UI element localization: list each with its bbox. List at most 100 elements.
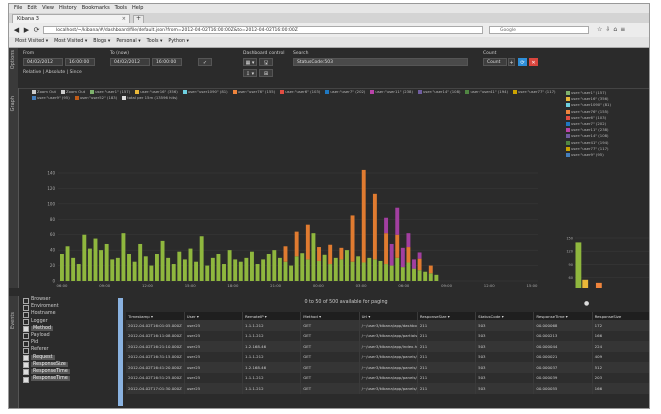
field-item[interactable]: Method <box>23 325 108 333</box>
histogram-bar <box>361 169 366 263</box>
query-input[interactable]: StatusCode:503 <box>293 58 468 66</box>
column-header[interactable]: ResponseSize <box>592 312 649 320</box>
field-item[interactable]: ResponseTime <box>23 368 108 376</box>
table-row[interactable]: 2012-04-02T16:01:05.000Z user25 1.1.1.212 G… <box>126 320 649 331</box>
field-item[interactable]: ResponseSize <box>23 361 108 369</box>
y-tick-label: 120 <box>566 250 573 254</box>
bookmark-item[interactable]: Most Visited ▾ <box>15 39 48 44</box>
x-tick-label: 06:00 <box>57 283 69 288</box>
histogram-bar <box>423 271 428 281</box>
table-cell: 224 <box>592 341 649 352</box>
count-select[interactable]: Count <box>483 58 507 66</box>
histogram-bar <box>244 257 249 281</box>
field-item[interactable]: Enviroment <box>23 303 108 311</box>
bookmark-item[interactable]: Personal ▾ <box>116 39 140 44</box>
column-header[interactable]: User ▾ <box>184 312 244 320</box>
navigation-bar: ◀ ▶ ⟳ localhost/~/kibana/#/dashboard/fil… <box>9 23 649 38</box>
dashboard-grid-button[interactable]: ⊞ <box>259 69 273 77</box>
count-label: Count <box>483 51 497 56</box>
menu-item-3[interactable]: History <box>59 5 77 11</box>
table-row[interactable]: 2012-04-02T16:31:15.000Z user25 1.1.1.212 G… <box>126 351 649 362</box>
table-row[interactable]: 2012-04-02T16:11:08.000Z user25 1.1.1.212 G… <box>126 330 649 341</box>
apply-button[interactable]: ✓ <box>198 58 212 66</box>
table-row[interactable]: 2012-04-02T16:21:10.000Z user25 1.2.168.46… <box>126 341 649 352</box>
table-cell: 2012-04-02T16:01:05.000Z <box>126 320 185 331</box>
url-bar[interactable]: localhost/~/kibana/#/dashboard/file/defa… <box>43 26 483 34</box>
reload-icon[interactable]: ⟳ <box>32 26 41 34</box>
menu-item-0[interactable]: File <box>14 5 22 11</box>
menu-item-2[interactable]: View <box>42 5 54 11</box>
events-panel: Browser Enviroment Hostname Logger Method Pay… <box>18 296 649 408</box>
bookmark-item[interactable]: Most Visited ▾ <box>54 39 87 44</box>
histogram-bar <box>361 262 366 281</box>
field-item[interactable]: Pid <box>23 339 108 347</box>
histogram-bar <box>283 246 288 262</box>
menu-item-5[interactable]: Tools <box>115 5 127 11</box>
scrollbar[interactable] <box>118 298 123 406</box>
remove-query-button[interactable]: ✕ <box>529 58 538 66</box>
table-cell: 211 <box>417 341 477 352</box>
histogram-bar <box>372 259 377 281</box>
search-input[interactable]: Google <box>489 26 589 34</box>
from-time-input[interactable]: 16:00:00 <box>65 58 95 66</box>
column-header[interactable]: Method ▾ <box>300 312 360 320</box>
histogram-bar <box>339 247 344 260</box>
histogram-bar <box>384 264 389 281</box>
bookmark-item[interactable]: Tools ▾ <box>147 39 163 44</box>
paging-text: 0 to 50 of 500 available for paging <box>304 300 388 305</box>
column-header[interactable]: Url ▾ <box>359 312 418 320</box>
forward-icon[interactable]: ▶ <box>22 26 31 34</box>
field-label: Request <box>31 354 55 360</box>
bookmark-item[interactable]: Blogs ▾ <box>93 39 110 44</box>
dashboard-save-button[interactable]: 🖫 <box>259 58 273 66</box>
y-tick-label: 40 <box>50 248 56 253</box>
field-item[interactable]: Payload <box>23 332 108 340</box>
table-cell: 211 <box>417 362 477 373</box>
column-header[interactable]: ResponseTime ▾ <box>533 312 593 320</box>
kibana-app: Options From 04/02/2012 16:00:00 To (now… <box>9 48 649 408</box>
histogram-bar <box>333 257 338 281</box>
field-item[interactable]: Hostname <box>23 310 108 318</box>
table-cell: 409 <box>592 351 649 362</box>
menu-icon[interactable]: ≡ <box>620 26 628 33</box>
graph-panel: Zoom Out Zoom Out user:"user1" (157) user:"… <box>18 88 649 288</box>
histogram-bar <box>132 261 137 281</box>
field-checkbox[interactable] <box>23 376 29 383</box>
to-time-input[interactable]: 16:00:00 <box>152 58 182 66</box>
histogram-bar <box>104 243 109 281</box>
from-date-input[interactable]: 04/02/2012 <box>23 58 63 66</box>
menu-item-4[interactable]: Bookmarks <box>82 5 110 11</box>
histogram-bar <box>71 257 76 281</box>
column-header[interactable]: ResponseSize ▾ <box>417 312 477 320</box>
to-date-input[interactable]: 04/02/2012 <box>110 58 150 66</box>
dashboard-load-button[interactable]: ▦ ▾ <box>243 58 257 66</box>
field-item[interactable]: Referer <box>23 346 108 354</box>
dashboard-export-button[interactable]: ⇩ ▾ <box>243 69 257 77</box>
table-row[interactable]: 2012-04-02T16:41:20.000Z user25 1.2.168.46… <box>126 362 649 373</box>
menu-item-1[interactable]: Edit <box>27 5 37 11</box>
field-item[interactable]: Request <box>23 354 108 361</box>
x-tick-label: 15:00 <box>185 283 197 288</box>
from-label: From <box>23 51 35 56</box>
x-tick-label: 00:00 <box>313 283 325 288</box>
events-table-panel: 0 to 50 of 500 available for paging ● Ti… <box>126 296 649 408</box>
column-header[interactable]: StatusCode ▾ <box>475 312 535 320</box>
field-item[interactable]: Browser <box>23 296 108 304</box>
table-row[interactable]: 2012-04-02T17:01:30.000Z user25 1.1.1.212 G… <box>126 383 649 394</box>
bookmark-item[interactable]: Python ▾ <box>168 39 189 44</box>
add-query-button[interactable]: + <box>508 58 515 66</box>
field-item[interactable]: ResponseTime <box>23 375 108 383</box>
field-item[interactable]: Logger <box>23 318 108 326</box>
browser-tab[interactable]: Kibana 3 × <box>12 14 130 23</box>
table-row[interactable]: 2012-04-02T16:51:25.000Z user25 1.1.1.212 G… <box>126 372 649 383</box>
column-header[interactable]: Timestamp ▾ <box>126 312 185 320</box>
histogram-bar <box>289 265 294 281</box>
refresh-button[interactable]: ⟳ <box>518 58 527 66</box>
histogram-bar <box>345 250 349 281</box>
back-icon[interactable]: ◀ <box>12 26 21 34</box>
relative-toggle[interactable]: Relative | Absolute | Since <box>23 70 82 75</box>
page-indicator[interactable]: ● <box>584 300 589 307</box>
menu-item-6[interactable]: Help <box>132 5 143 11</box>
histogram-bar <box>339 259 344 281</box>
column-header[interactable]: RemoteIP ▾ <box>242 312 302 320</box>
